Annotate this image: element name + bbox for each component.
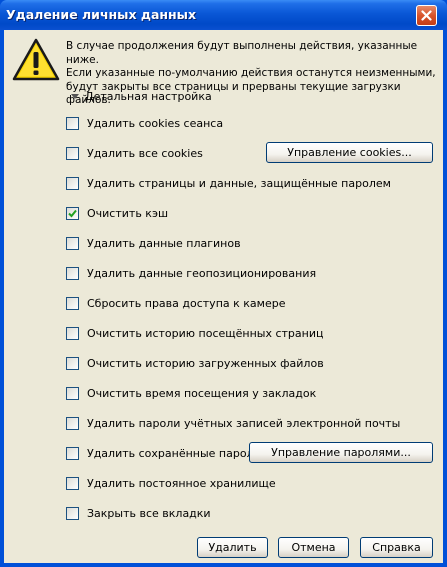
- checkbox[interactable]: [66, 266, 79, 280]
- delete-button[interactable]: Удалить: [197, 537, 268, 558]
- option-label: Удалить cookies сеанса: [87, 116, 224, 130]
- option-delete-persistent-storage[interactable]: Удалить постоянное хранилище: [66, 476, 276, 490]
- option-delete-mail-passwords[interactable]: Удалить пароли учётных записей электронн…: [66, 416, 400, 430]
- checkmark-icon: [68, 209, 77, 217]
- checkbox[interactable]: [66, 416, 79, 430]
- option-label: Очистить историю загруженных файлов: [87, 356, 324, 370]
- checkbox-checked[interactable]: [66, 206, 79, 220]
- checkbox[interactable]: [66, 236, 79, 250]
- option-close-all-tabs[interactable]: Закрыть все вкладки: [66, 506, 211, 520]
- dialog-body: В случае продолжения будут выполнены дей…: [4, 30, 443, 563]
- checkbox[interactable]: [66, 146, 79, 160]
- option-clear-download-history[interactable]: Очистить историю загруженных файлов: [66, 356, 324, 370]
- warning-message-line: Если указанные по-умолчанию действия ост…: [66, 67, 436, 79]
- checkbox[interactable]: [66, 386, 79, 400]
- option-delete-saved-passwords[interactable]: Удалить сохранённые пароли: [66, 446, 261, 460]
- option-label: Очистить кэш: [87, 206, 169, 220]
- close-button[interactable]: [416, 5, 437, 26]
- manage-passwords-button[interactable]: Управление паролями...: [249, 442, 433, 463]
- option-delete-plugin-data[interactable]: Удалить данные плагинов: [66, 236, 241, 250]
- detail-settings-label: Детальная настройка: [85, 89, 212, 103]
- triangle-down-icon: [71, 93, 79, 99]
- option-label: Удалить страницы и данные, защищённые па…: [87, 176, 391, 190]
- checkbox[interactable]: [66, 176, 79, 190]
- option-label: Удалить данные плагинов: [87, 236, 241, 250]
- option-label: Удалить пароли учётных записей электронн…: [87, 416, 401, 430]
- manage-cookies-button[interactable]: Управление cookies...: [266, 142, 433, 163]
- option-clear-cache[interactable]: Очистить кэш: [66, 206, 168, 220]
- option-delete-geolocation-data[interactable]: Удалить данные геопозиционирования: [66, 266, 316, 280]
- dialog-window: Удаление личных данных В случае продолже…: [0, 0, 447, 567]
- help-button[interactable]: Справка: [360, 537, 433, 558]
- checkbox[interactable]: [66, 506, 79, 520]
- close-icon: [421, 10, 432, 21]
- option-label: Сбросить права доступа к камере: [87, 296, 286, 310]
- checkbox[interactable]: [66, 296, 79, 310]
- checkbox[interactable]: [66, 326, 79, 340]
- option-label: Удалить сохранённые пароли: [87, 446, 261, 460]
- option-label: Очистить время посещения у закладок: [87, 386, 317, 400]
- option-reset-camera-access[interactable]: Сбросить права доступа к камере: [66, 296, 285, 310]
- checkbox[interactable]: [66, 356, 79, 370]
- option-delete-all-cookies[interactable]: Удалить все cookies: [66, 146, 203, 160]
- checkbox[interactable]: [66, 476, 79, 490]
- option-label: Очистить историю посещённых страниц: [87, 326, 324, 340]
- option-delete-session-cookies[interactable]: Удалить cookies сеанса: [66, 116, 223, 130]
- option-clear-bookmark-visit-time[interactable]: Очистить время посещения у закладок: [66, 386, 316, 400]
- detail-settings-toggle[interactable]: Детальная настройка: [71, 89, 212, 103]
- option-clear-visited-history[interactable]: Очистить историю посещённых страниц: [66, 326, 323, 340]
- option-label: Удалить постоянное хранилище: [87, 476, 276, 490]
- option-delete-password-pages[interactable]: Удалить страницы и данные, защищённые па…: [66, 176, 391, 190]
- option-label: Удалить данные геопозиционирования: [87, 266, 317, 280]
- option-label: Удалить все cookies: [87, 146, 203, 160]
- warning-message-line: В случае продолжения будут выполнены дей…: [66, 40, 418, 66]
- cancel-button[interactable]: Отмена: [278, 537, 349, 558]
- warning-icon: [12, 38, 60, 81]
- checkbox[interactable]: [66, 446, 79, 460]
- option-label: Закрыть все вкладки: [87, 506, 211, 520]
- checkbox[interactable]: [66, 116, 79, 130]
- window-title: Удаление личных данных: [6, 7, 197, 22]
- title-bar[interactable]: Удаление личных данных: [0, 0, 447, 30]
